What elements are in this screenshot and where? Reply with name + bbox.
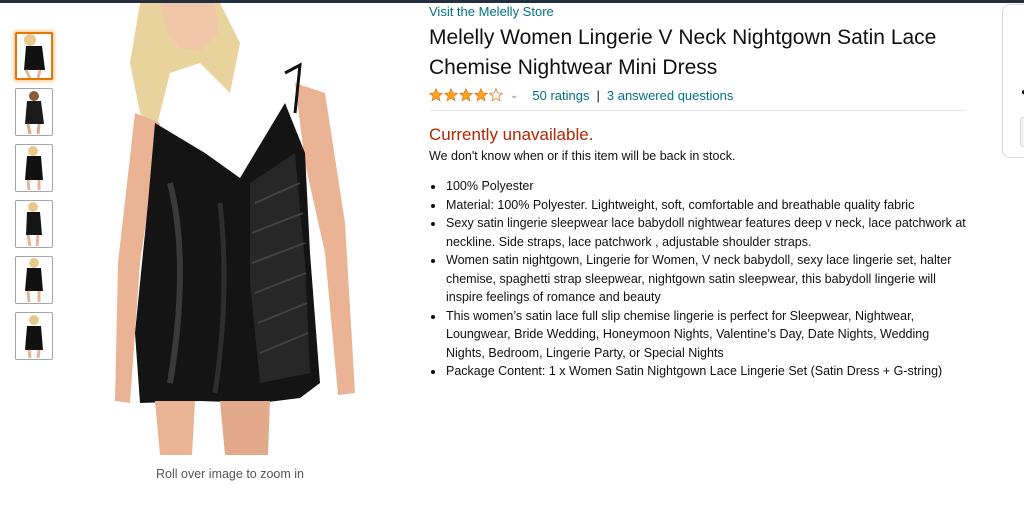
store-link[interactable]: Visit the Melelly Store <box>429 4 966 20</box>
main-product-image[interactable] <box>100 3 360 455</box>
feature-bullet: Package Content: 1 x Women Satin Nightgo… <box>445 362 966 381</box>
feature-bullet: Women satin nightgown, Lingerie for Wome… <box>445 251 966 307</box>
thumbnail-image-5[interactable] <box>15 256 53 304</box>
thumbnail-image-4[interactable] <box>15 200 53 248</box>
feature-bullet: This women’s satin lace full slip chemis… <box>445 307 966 363</box>
zoom-hint-text: Roll over image to zoom in <box>156 467 304 481</box>
feature-bullets: 100% Polyester Material: 100% Polyester.… <box>429 177 966 381</box>
star-icon <box>489 88 503 102</box>
thumbnail-image-3[interactable] <box>15 144 53 192</box>
star-icon <box>459 88 473 102</box>
buy-box-button[interactable] <box>1020 117 1024 147</box>
feature-bullet: 100% Polyester <box>445 177 966 196</box>
thumbnail-image-2[interactable] <box>15 88 53 136</box>
rating-separator: | <box>596 87 600 103</box>
buy-box: ● <box>1002 4 1024 158</box>
divider <box>429 110 966 111</box>
ratings-count-link[interactable]: 50 ratings <box>532 88 589 103</box>
thumbnail-list <box>15 32 53 368</box>
feature-bullet: Sexy satin lingerie sleepwear lace babyd… <box>445 214 966 251</box>
star-icon <box>474 88 488 102</box>
chevron-down-icon[interactable]: ⌄ <box>510 90 518 101</box>
star-icon <box>429 88 443 102</box>
availability-status: Currently unavailable. <box>429 125 594 144</box>
product-title: Melelly Women Lingerie V Neck Nightgown … <box>429 26 937 79</box>
answered-questions-link[interactable]: 3 answered questions <box>607 88 733 103</box>
star-icon <box>444 88 458 102</box>
thumbnail-image-6[interactable] <box>15 312 53 360</box>
star-rating[interactable] <box>429 88 504 102</box>
rating-row: ⌄ 50 ratings | 3 answered questions <box>429 85 966 105</box>
availability-note: We don't know when or if this item will … <box>429 149 736 163</box>
thumbnail-image-1[interactable] <box>15 32 53 80</box>
feature-bullet: Material: 100% Polyester. Lightweight, s… <box>445 196 966 215</box>
product-details: Visit the Melelly Store Melelly Women Li… <box>429 4 966 381</box>
